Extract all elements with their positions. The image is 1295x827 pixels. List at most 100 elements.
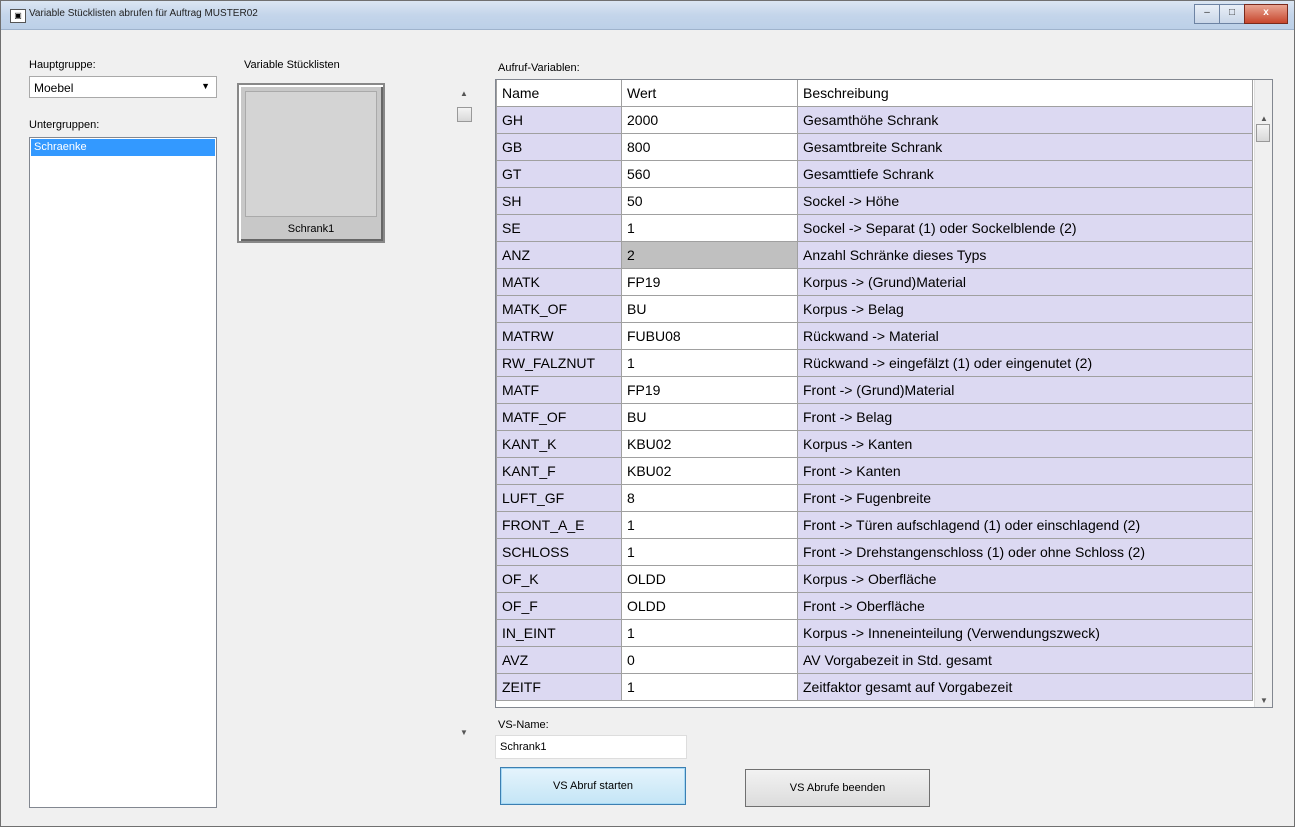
title-bar[interactable]: ▣ Variable Stücklisten abrufen für Auftr…: [1, 1, 1294, 30]
cell-beschreibung: Korpus -> (Grund)Material: [797, 268, 1253, 296]
cell-name: MATK: [496, 268, 622, 296]
column-header-beschreibung[interactable]: Beschreibung: [797, 80, 1253, 107]
cell-wert[interactable]: 0: [621, 646, 798, 674]
aufruf-variablen-label: Aufruf-Variablen:: [498, 62, 580, 74]
cell-wert[interactable]: FP19: [621, 268, 798, 296]
cell-beschreibung: Front -> Fugenbreite: [797, 484, 1253, 512]
hauptgruppe-dropdown[interactable]: Moebel ▼: [29, 76, 217, 98]
app-icon[interactable]: ▣: [10, 9, 26, 23]
cell-wert[interactable]: BU: [621, 403, 798, 431]
chevron-down-icon[interactable]: ▼: [201, 81, 210, 91]
cell-wert[interactable]: 1: [621, 511, 798, 539]
hauptgruppe-value: Moebel: [34, 81, 74, 95]
stueckliste-tile-schrank1[interactable]: Schrank1: [237, 83, 385, 243]
cell-beschreibung: Gesamttiefe Schrank: [797, 160, 1253, 188]
vs-abrufe-beenden-button[interactable]: VS Abrufe beenden: [745, 769, 930, 807]
cell-wert[interactable]: FP19: [621, 376, 798, 404]
cell-beschreibung: Korpus -> Inneneinteilung (Verwendungszw…: [797, 619, 1253, 647]
scroll-up-icon[interactable]: ▲: [460, 89, 468, 98]
column-header-wert[interactable]: Wert: [621, 80, 798, 107]
cell-name: GT: [496, 160, 622, 188]
cell-wert[interactable]: KBU02: [621, 430, 798, 458]
cell-wert[interactable]: 800: [621, 133, 798, 161]
cell-wert[interactable]: 560: [621, 160, 798, 188]
cell-beschreibung: Front -> Türen aufschlagend (1) oder ein…: [797, 511, 1253, 539]
cell-wert[interactable]: 1: [621, 538, 798, 566]
cell-beschreibung: Sockel -> Höhe: [797, 187, 1253, 215]
cell-name: AVZ: [496, 646, 622, 674]
scroll-thumb[interactable]: [1256, 124, 1270, 142]
cell-name: SE: [496, 214, 622, 242]
vs-name-label: VS-Name:: [498, 719, 549, 731]
close-button[interactable]: x: [1244, 4, 1288, 24]
scroll-down-icon[interactable]: ▼: [460, 728, 468, 737]
table-body: GH 2000 Gesamthöhe Schrank GB 800 Gesamtbreit…: [496, 106, 1253, 701]
cell-beschreibung: Rückwand -> eingefälzt (1) oder eingenut…: [797, 349, 1253, 377]
cell-wert[interactable]: 1: [621, 673, 798, 701]
window-controls: – □ x: [1194, 4, 1288, 24]
cell-wert[interactable]: 1: [621, 619, 798, 647]
table-row[interactable]: MATK FP19 Korpus -> (Grund)Material: [496, 268, 1253, 296]
column-header-name[interactable]: Name: [496, 80, 622, 107]
cell-wert[interactable]: 8: [621, 484, 798, 512]
minimize-button[interactable]: –: [1194, 4, 1220, 24]
table-row[interactable]: SH 50 Sockel -> Höhe: [496, 187, 1253, 215]
variables-grid[interactable]: Name Wert Beschreibung GH 2000 Gesamthöhe …: [495, 79, 1273, 708]
untergruppen-list[interactable]: Schraenke: [29, 137, 217, 808]
table-row[interactable]: OF_K OLDD Korpus -> Oberfläche: [496, 565, 1253, 593]
table-row[interactable]: IN_EINT 1 Korpus -> Inneneinteilung (Verwe…: [496, 619, 1253, 647]
scroll-up-icon[interactable]: ▲: [1260, 114, 1268, 123]
cell-wert[interactable]: 2: [621, 241, 798, 269]
cell-wert[interactable]: BU: [621, 295, 798, 323]
table-row[interactable]: LUFT_GF 8 Front -> Fugenbreite: [496, 484, 1253, 512]
table-row[interactable]: KANT_F KBU02 Front -> Kanten: [496, 457, 1253, 485]
cell-beschreibung: Rückwand -> Material: [797, 322, 1253, 350]
table-row[interactable]: SCHLOSS 1 Front -> Drehstangenschloss (1) …: [496, 538, 1253, 566]
cell-beschreibung: Front -> Oberfläche: [797, 592, 1253, 620]
main-window: ▣ Variable Stücklisten abrufen für Auftr…: [0, 0, 1295, 827]
cell-wert[interactable]: FUBU08: [621, 322, 798, 350]
table-row[interactable]: MATF FP19 Front -> (Grund)Material: [496, 376, 1253, 404]
table-row[interactable]: ANZ 2 Anzahl Schränke dieses Typs: [496, 241, 1253, 269]
cell-beschreibung: Korpus -> Kanten: [797, 430, 1253, 458]
table-row[interactable]: ZEITF 1 Zeitfaktor gesamt auf Vorgabezeit: [496, 673, 1253, 701]
table-row[interactable]: MATK_OF BU Korpus -> Belag: [496, 295, 1253, 323]
scroll-down-icon[interactable]: ▼: [1260, 696, 1268, 705]
table-row[interactable]: AVZ 0 AV Vorgabezeit in Std. gesamt: [496, 646, 1253, 674]
cell-beschreibung: Korpus -> Oberfläche: [797, 565, 1253, 593]
table-row[interactable]: SE 1 Sockel -> Separat (1) oder Sockelblen…: [496, 214, 1253, 242]
cell-name: MATRW: [496, 322, 622, 350]
scroll-thumb[interactable]: [457, 107, 472, 122]
cell-beschreibung: Zeitfaktor gesamt auf Vorgabezeit: [797, 673, 1253, 701]
cell-beschreibung: Korpus -> Belag: [797, 295, 1253, 323]
grid-scrollbar[interactable]: ▲ ▼: [1254, 80, 1272, 707]
list-item-schraenke[interactable]: Schraenke: [31, 139, 215, 156]
table-row[interactable]: GB 800 Gesamtbreite Schrank: [496, 133, 1253, 161]
cell-wert[interactable]: OLDD: [621, 592, 798, 620]
table-row[interactable]: MATRW FUBU08 Rückwand -> Material: [496, 322, 1253, 350]
cell-wert[interactable]: 50: [621, 187, 798, 215]
table-row[interactable]: KANT_K KBU02 Korpus -> Kanten: [496, 430, 1253, 458]
hauptgruppe-label: Hauptgruppe:: [29, 59, 96, 71]
cell-wert[interactable]: 2000: [621, 106, 798, 134]
table-row[interactable]: OF_F OLDD Front -> Oberfläche: [496, 592, 1253, 620]
tiles-scrollbar[interactable]: ▲ ▼: [456, 89, 473, 737]
table-row[interactable]: RW_FALZNUT 1 Rückwand -> eingefälzt (1) od…: [496, 349, 1253, 377]
cell-name: MATF_OF: [496, 403, 622, 431]
cell-wert[interactable]: 1: [621, 349, 798, 377]
cell-name: OF_F: [496, 592, 622, 620]
cell-name: IN_EINT: [496, 619, 622, 647]
vs-abruf-starten-button[interactable]: VS Abruf starten: [500, 767, 686, 805]
table-row[interactable]: FRONT_A_E 1 Front -> Türen aufschlagend (1…: [496, 511, 1253, 539]
variable-stuecklisten-label: Variable Stücklisten: [244, 59, 340, 71]
table-row[interactable]: GT 560 Gesamttiefe Schrank: [496, 160, 1253, 188]
table-row[interactable]: MATF_OF BU Front -> Belag: [496, 403, 1253, 431]
cell-name: FRONT_A_E: [496, 511, 622, 539]
vs-name-input[interactable]: Schrank1: [495, 735, 687, 759]
cell-wert[interactable]: OLDD: [621, 565, 798, 593]
cell-name: MATF: [496, 376, 622, 404]
cell-wert[interactable]: 1: [621, 214, 798, 242]
maximize-button[interactable]: □: [1219, 4, 1245, 24]
table-row[interactable]: GH 2000 Gesamthöhe Schrank: [496, 106, 1253, 134]
cell-wert[interactable]: KBU02: [621, 457, 798, 485]
